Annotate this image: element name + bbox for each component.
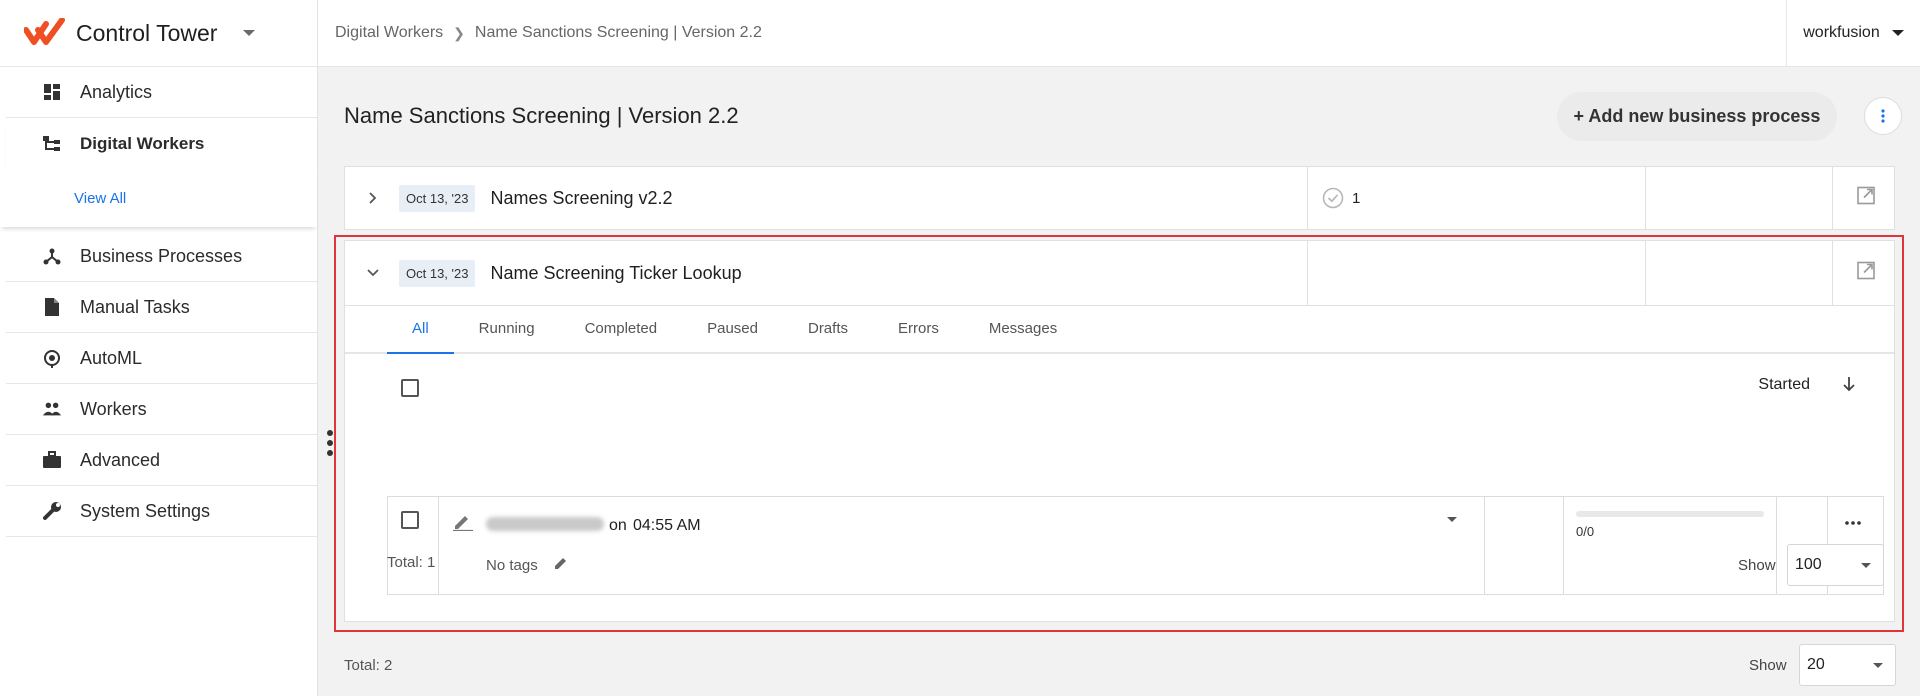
chevron-right-icon[interactable]	[361, 191, 385, 205]
task-total: Total: 1	[387, 554, 436, 571]
account-menu[interactable]: workfusion	[1786, 0, 1920, 67]
chevron-down-icon[interactable]	[1447, 517, 1457, 522]
dashboard-icon	[42, 82, 62, 102]
on-label: on	[609, 517, 627, 534]
sidebar-item-workers[interactable]: Workers	[6, 384, 317, 435]
date-badge: Oct 13, '23	[399, 259, 476, 287]
sidebar-item-automl[interactable]: AutoML	[6, 333, 317, 384]
sidebar-item-business-processes[interactable]: Business Processes	[6, 231, 317, 282]
process-title[interactable]: Name Screening Ticker Lookup	[490, 263, 741, 284]
chevron-right-icon: ❯	[453, 24, 465, 41]
tab-paused[interactable]: Paused	[682, 305, 783, 352]
sidebar-item-analytics[interactable]: Analytics	[6, 67, 317, 118]
more-options-button[interactable]	[1864, 97, 1902, 135]
sidebar-item-label: Digital Workers	[80, 133, 205, 153]
progress-bar	[1576, 511, 1764, 517]
chevron-down-icon	[1873, 663, 1883, 668]
tags-label: No tags	[486, 557, 538, 574]
task-time: 04:55 AM	[633, 517, 701, 534]
chevron-down-icon	[1861, 563, 1871, 568]
process-icon	[42, 246, 62, 266]
sidebar-item-label: Business Processes	[80, 245, 243, 266]
arrow-down-icon[interactable]	[1842, 375, 1856, 398]
sidebar-item-label: Analytics	[80, 81, 153, 102]
process-row[interactable]: Oct 13, '23 Name Screening Ticker Lookup	[345, 241, 1894, 305]
process-card-expanded: Oct 13, '23 Name Screening Ticker Lookup…	[344, 240, 1895, 622]
sidebar-item-digital-workers[interactable]: Digital Workers	[6, 118, 317, 169]
pencil-icon[interactable]	[452, 511, 474, 536]
sidebar: Control Tower Analytics Digital Workers …	[0, 0, 318, 696]
success-count-value: 1	[1352, 189, 1361, 207]
show-label: Show	[1738, 557, 1776, 574]
task-page-size-select[interactable]: 100	[1787, 544, 1884, 586]
task-table-row[interactable]: on 04:55 AM No tags 0/0	[387, 496, 1884, 595]
hierarchy-icon	[42, 134, 62, 154]
task-page-size-value: 100	[1795, 556, 1822, 573]
account-name: workfusion	[1803, 24, 1880, 41]
select-all-checkbox[interactable]	[401, 379, 419, 397]
sidebar-item-label: AutoML	[80, 347, 143, 368]
process-page-size-value: 20	[1807, 656, 1825, 673]
footer-show-label: Show	[1749, 657, 1787, 674]
process-page-size-select[interactable]: 20	[1799, 644, 1896, 686]
more-vertical-icon	[1881, 109, 1885, 123]
app-title: Control Tower	[76, 19, 218, 46]
add-business-process-button[interactable]: + Add new business process	[1557, 92, 1837, 141]
open-external-icon[interactable]	[1856, 186, 1876, 211]
document-icon	[42, 297, 62, 317]
sidebar-item-label: Manual Tasks	[80, 296, 190, 317]
tab-running[interactable]: Running	[454, 305, 560, 352]
sidebar-item-label: System Settings	[80, 500, 211, 521]
open-external-icon[interactable]	[1856, 261, 1876, 286]
sidebar-item-advanced[interactable]: Advanced	[6, 435, 317, 486]
process-row[interactable]: Oct 13, '23 Names Screening v2.2 1	[345, 167, 1894, 229]
row-checkbox[interactable]	[401, 511, 419, 529]
breadcrumb-item-digital-workers[interactable]: Digital Workers	[335, 24, 443, 42]
sidebar-item-system-settings[interactable]: System Settings	[6, 486, 317, 537]
top-bar: Digital Workers ❯ Name Sanctions Screeni…	[318, 0, 1920, 67]
task-table-header: Started	[345, 354, 1894, 418]
workfusion-logo-icon	[24, 18, 65, 45]
sort-label[interactable]: Started	[1758, 376, 1810, 394]
briefcase-icon	[42, 450, 62, 470]
sidebar-item-label: Workers	[80, 398, 147, 419]
wrench-icon	[42, 501, 62, 521]
people-icon	[42, 399, 62, 419]
breadcrumb: Digital Workers ❯ Name Sanctions Screeni…	[318, 24, 1786, 42]
sidebar-subitem-view-all[interactable]: View All	[0, 169, 317, 227]
breadcrumb-item-current: Name Sanctions Screening | Version 2.2	[474, 24, 762, 41]
edit-tags-icon[interactable]	[553, 555, 569, 576]
sidebar-item-manual-tasks[interactable]: Manual Tasks	[6, 282, 317, 333]
sidebar-resize-handle[interactable]	[327, 430, 333, 456]
tab-errors[interactable]: Errors	[873, 305, 964, 352]
sidebar-item-label: Advanced	[80, 449, 161, 470]
tab-drafts[interactable]: Drafts	[783, 305, 873, 352]
brand-header[interactable]: Control Tower	[0, 0, 317, 67]
page-title: Name Sanctions Screening | Version 2.2	[344, 103, 739, 128]
process-card: Oct 13, '23 Names Screening v2.2 1	[344, 166, 1895, 230]
tab-all[interactable]: All	[387, 305, 454, 354]
process-total: Total: 2	[344, 657, 393, 674]
chevron-down-icon	[1891, 30, 1904, 36]
progress-value: 0/0	[1576, 524, 1595, 539]
chevron-down-icon[interactable]	[361, 268, 385, 278]
tab-completed[interactable]: Completed	[560, 305, 683, 352]
automl-icon	[42, 348, 62, 368]
tab-messages[interactable]: Messages	[964, 305, 1082, 352]
redacted-user-name	[486, 517, 604, 531]
check-circle-icon	[1322, 187, 1344, 209]
process-title[interactable]: Names Screening v2.2	[490, 188, 672, 209]
chevron-down-icon[interactable]	[243, 30, 256, 36]
success-count: 1	[1322, 187, 1360, 209]
date-badge: Oct 13, '23	[399, 184, 476, 212]
task-tabs: All Running Completed Paused Drafts Erro…	[345, 305, 1894, 354]
more-horizontal-icon[interactable]	[1844, 513, 1862, 531]
